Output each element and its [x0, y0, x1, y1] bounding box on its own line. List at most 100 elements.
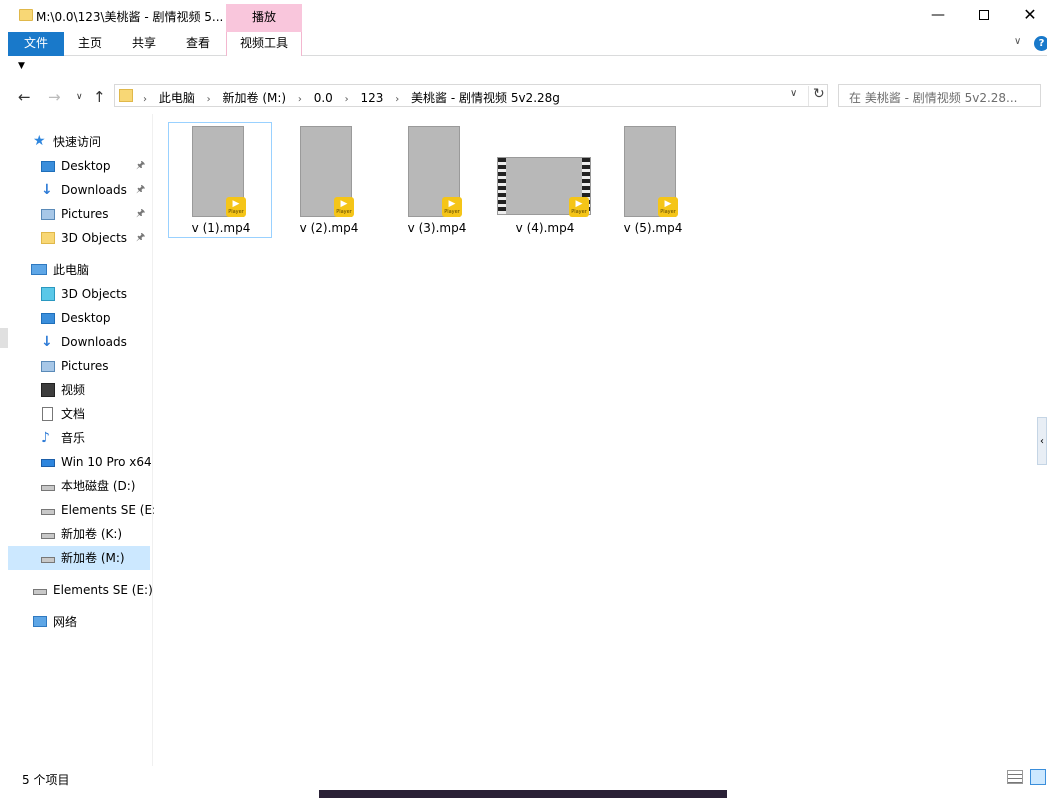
nav-item-network[interactable]: 网络 [8, 610, 153, 634]
pictures-icon [41, 361, 55, 372]
item-count: 5 个项目 [22, 773, 70, 787]
download-icon: ↓ [41, 334, 53, 350]
file-name: v (5).mp4 [623, 221, 683, 235]
file-name: v (2).mp4 [299, 221, 359, 235]
nav-item-drive-m[interactable]: 新加卷 (M:) [8, 546, 150, 570]
player-badge-icon: ▶ Player [226, 197, 246, 217]
recent-locations-icon[interactable]: ∨ [76, 92, 83, 102]
nav-item-external-drive[interactable]: Elements SE (E:) [8, 578, 153, 602]
search-placeholder: 在 美桃酱 - 剧情视频 5v2.28... [849, 91, 1018, 105]
crumb[interactable]: 此电脑 [159, 91, 195, 105]
pin-icon: 🖈 [136, 160, 146, 171]
collapse-pane-tab[interactable]: ‹ [1037, 417, 1047, 465]
navigation-pane: ★ 快速访问 Desktop 🖈 ↓ Downloads 🖈 Pictures … [8, 114, 156, 766]
nav-quick-access[interactable]: ★ 快速访问 [33, 130, 143, 154]
left-edge [0, 0, 8, 798]
computer-icon [31, 264, 47, 275]
player-badge-icon: ▶ Player [569, 197, 589, 217]
crumb[interactable]: 美桃酱 - 剧情视频 5v2.28g [411, 91, 560, 105]
nav-item-drive-k[interactable]: 新加卷 (K:) [8, 522, 153, 546]
nav-item-pictures-pc[interactable]: Pictures [8, 354, 153, 378]
tab-share[interactable]: 共享 [122, 32, 166, 56]
up-arrow-icon[interactable]: ↑ [93, 88, 106, 106]
tab-video-tools[interactable]: 视频工具 [226, 32, 302, 56]
file-item[interactable]: ▶ Player v (2).mp4 [276, 122, 380, 238]
ribbon-tabs: 文件 主页 共享 查看 视频工具 ∨ ? [8, 32, 1047, 56]
nav-item-drive-d[interactable]: 本地磁盘 (D:) [8, 474, 153, 498]
file-item[interactable]: ▶ Player v (3).mp4 [384, 122, 488, 238]
pin-icon: 🖈 [136, 184, 146, 195]
nav-item-music[interactable]: ♪ 音乐 [8, 426, 153, 450]
crumb[interactable]: 0.0 [314, 91, 333, 105]
status-bar: 5 个项目 [8, 766, 1047, 790]
nav-item-downloads-pc[interactable]: ↓ Downloads [8, 330, 153, 354]
folder-icon [19, 9, 33, 21]
pin-icon: 🖈 [136, 208, 146, 219]
nav-item-desktop-pc[interactable]: Desktop [8, 306, 153, 330]
nav-item-documents[interactable]: 文档 [8, 402, 153, 426]
drive-icon [41, 509, 55, 515]
chevron-down-icon[interactable]: ∨ [790, 88, 797, 99]
background-window-edge [319, 790, 727, 798]
download-icon: ↓ [41, 182, 53, 198]
drive-icon [41, 533, 55, 539]
address-bar[interactable]: › 此电脑 › 新加卷 (M:) › 0.0 › 123 › 美桃酱 - 剧情视… [114, 84, 828, 107]
player-badge-icon: ▶ Player [658, 197, 678, 217]
nav-item-drive-e[interactable]: Elements SE (E: [8, 498, 156, 522]
file-name: v (4).mp4 [515, 221, 575, 235]
customize-toolbar-icon[interactable]: ▼ [18, 61, 25, 71]
file-name: v (1).mp4 [191, 221, 251, 235]
crumb[interactable]: 新加卷 (M:) [223, 91, 287, 105]
chevron-down-icon[interactable]: ∨ [1014, 36, 1021, 47]
tab-file[interactable]: 文件 [8, 32, 64, 56]
player-badge-icon: ▶ Player [442, 197, 462, 217]
forward-arrow-icon[interactable]: → [48, 88, 61, 106]
nav-item-pictures[interactable]: Pictures 🖈 [8, 202, 153, 226]
nav-item-3d-objects-pc[interactable]: 3D Objects [8, 282, 153, 306]
file-item[interactable]: ▶ Player v (4).mp4 [492, 122, 596, 238]
file-name: v (3).mp4 [407, 221, 467, 235]
desktop-icon [41, 161, 55, 172]
context-tab-group-play: 播放 [226, 4, 302, 32]
file-view: ▶ Player v (1).mp4 ▶ Player v (2).mp4 ▶ Pla… [154, 114, 1037, 766]
edge-mark [0, 328, 8, 348]
nav-this-pc[interactable]: 此电脑 [31, 258, 151, 282]
file-item[interactable]: ▶ Player v (5).mp4 [600, 122, 704, 238]
document-icon [42, 407, 53, 421]
tab-home[interactable]: 主页 [68, 32, 112, 56]
refresh-icon[interactable]: ↻ [808, 86, 825, 106]
desktop-icon [41, 313, 55, 324]
star-icon: ★ [33, 133, 46, 149]
player-badge-icon: ▶ Player [334, 197, 354, 217]
title-bar: M:\0.0\123\美桃酱 - 剧情视频 5... 播放 — ✕ [8, 0, 1047, 32]
drive-icon [33, 589, 47, 595]
details-view-icon[interactable] [1007, 770, 1023, 784]
folder-icon [41, 232, 55, 244]
search-input[interactable]: 在 美桃酱 - 剧情视频 5v2.28... [838, 84, 1041, 107]
minimize-button[interactable]: — [915, 0, 961, 30]
window-title: M:\0.0\123\美桃酱 - 剧情视频 5... [36, 10, 224, 24]
3d-objects-icon [41, 287, 55, 301]
nav-item-downloads[interactable]: ↓ Downloads 🖈 [8, 178, 153, 202]
windows-drive-icon [41, 459, 55, 467]
pin-icon: 🖈 [136, 232, 146, 243]
crumb[interactable]: 123 [360, 91, 383, 105]
maximize-button[interactable] [961, 0, 1007, 30]
nav-item-desktop[interactable]: Desktop 🖈 [8, 154, 153, 178]
nav-item-3d-objects[interactable]: 3D Objects 🖈 [8, 226, 153, 250]
music-icon: ♪ [41, 430, 50, 446]
nav-item-drive-c[interactable]: Win 10 Pro x64 [8, 450, 153, 474]
nav-item-videos[interactable]: 视频 [8, 378, 153, 402]
large-icons-view-icon[interactable] [1030, 769, 1046, 785]
breadcrumb: › 此电脑 › 新加卷 (M:) › 0.0 › 123 › 美桃酱 - 剧情视… [143, 91, 560, 105]
network-icon [33, 616, 47, 627]
address-row: ← → ∨ ↑ › 此电脑 › 新加卷 (M:) › 0.0 › 123 › 美… [8, 80, 1047, 114]
folder-icon [119, 89, 133, 102]
pictures-icon [41, 209, 55, 220]
help-icon[interactable]: ? [1034, 36, 1047, 51]
drive-icon [41, 557, 55, 563]
file-item[interactable]: ▶ Player v (1).mp4 [168, 122, 272, 238]
close-button[interactable]: ✕ [1007, 0, 1047, 30]
tab-view[interactable]: 查看 [176, 32, 220, 56]
back-arrow-icon[interactable]: ← [18, 88, 31, 106]
